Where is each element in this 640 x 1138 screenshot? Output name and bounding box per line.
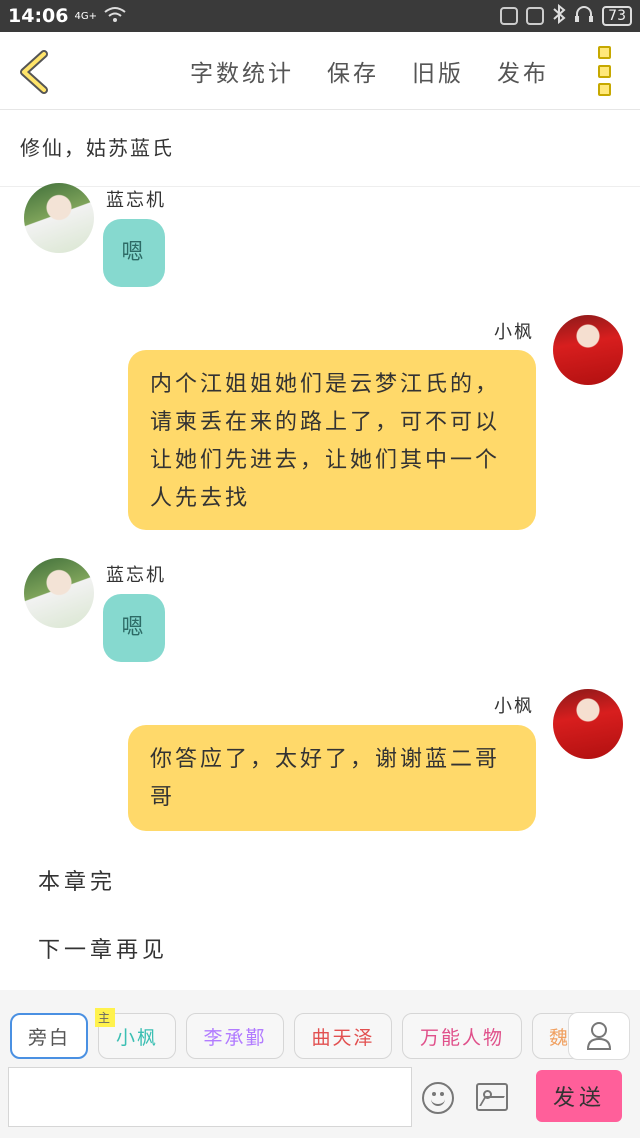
status-bar: 14:06 4G+ 73 (0, 0, 640, 32)
chevron-left-icon (20, 50, 48, 94)
message-bubble[interactable]: 嗯 (103, 594, 165, 662)
divider (0, 186, 640, 187)
emoji-icon[interactable] (422, 1082, 454, 1114)
avatar[interactable] (24, 558, 94, 628)
status-time: 14:06 (8, 5, 69, 27)
person-icon (586, 1022, 612, 1050)
main-role-badge: 主 (95, 1008, 116, 1027)
narration-text[interactable]: 下一章再见 (38, 932, 168, 964)
more-dot-icon (598, 64, 611, 78)
role-universal-character[interactable]: 万能人物 (402, 1013, 522, 1059)
header-menu: 字数统计 保存 旧版 发布 (190, 32, 582, 110)
narration-text[interactable]: 本章完 (38, 864, 116, 896)
back-button[interactable] (16, 50, 52, 94)
avatar[interactable] (24, 183, 94, 253)
chapter-title[interactable]: 修仙，姑苏蓝氏 (20, 132, 174, 161)
word-count-button[interactable]: 字数统计 (190, 54, 294, 88)
headphones-icon (574, 5, 594, 28)
role-xiaofeng[interactable]: 主 小枫 (95, 1008, 176, 1059)
image-icon[interactable] (476, 1083, 508, 1111)
publish-button[interactable]: 发布 (497, 54, 549, 88)
message-bubble[interactable]: 嗯 (103, 219, 165, 287)
sender-name: 蓝忘机 (106, 190, 166, 211)
sender-name: 小枫 (494, 696, 534, 717)
more-dot-icon (598, 83, 611, 96)
role-label: 旁白 (27, 1026, 70, 1049)
role-narration[interactable]: 旁白 (10, 1013, 88, 1059)
composer-panel: 旁白 主 小枫 李承鄞 曲天泽 万能人物 魏 发送 (0, 990, 640, 1138)
lock-rotation-icon (526, 7, 545, 25)
wifi-icon (103, 5, 127, 27)
role-label: 李承鄞 (203, 1026, 267, 1049)
add-character-button[interactable] (568, 1012, 630, 1060)
network-indicator: 4G+ (74, 10, 97, 22)
save-button[interactable]: 保存 (327, 54, 379, 88)
editor-header: 字数统计 保存 旧版 发布 (0, 32, 640, 110)
bluetooth-icon (552, 3, 566, 29)
avatar[interactable] (553, 315, 623, 385)
sender-name: 小枫 (494, 322, 534, 343)
message-input[interactable] (8, 1067, 412, 1127)
role-label: 曲天泽 (311, 1026, 375, 1049)
role-label: 魏 (549, 1026, 571, 1049)
role-qu-tianze[interactable]: 曲天泽 (294, 1013, 392, 1059)
role-selector: 旁白 主 小枫 李承鄞 曲天泽 万能人物 魏 (0, 1008, 640, 1063)
role-label: 小枫 (115, 1026, 158, 1049)
battery-indicator: 73 (602, 6, 632, 26)
role-label: 万能人物 (419, 1026, 504, 1049)
message-bubble[interactable]: 内个江姐姐她们是云梦江氏的，请柬丢在来的路上了，可不可以让她们先进去，让她们其中… (128, 350, 536, 530)
old-version-button[interactable]: 旧版 (412, 54, 464, 88)
send-button[interactable]: 发送 (536, 1070, 622, 1122)
role-li-chengyin[interactable]: 李承鄞 (186, 1013, 284, 1059)
mute-icon (500, 7, 519, 25)
sender-name: 蓝忘机 (106, 565, 166, 586)
more-dot-icon (598, 46, 611, 59)
message-bubble[interactable]: 你答应了，太好了，谢谢蓝二哥哥 (128, 725, 536, 831)
avatar[interactable] (553, 689, 623, 759)
more-menu-button[interactable] (598, 46, 614, 96)
